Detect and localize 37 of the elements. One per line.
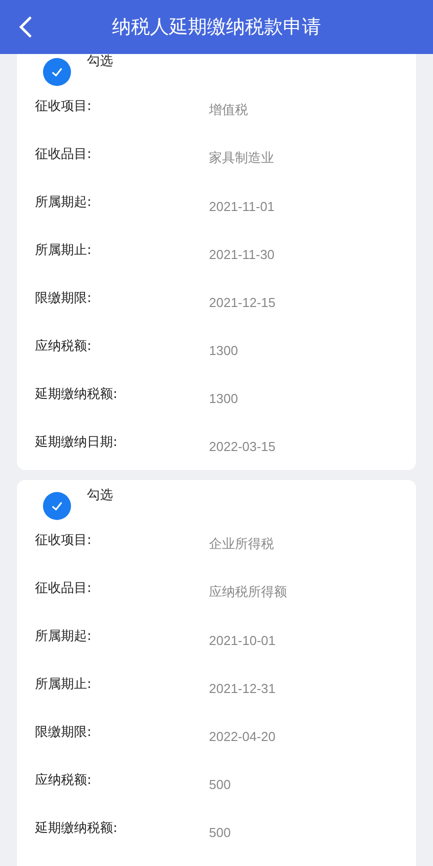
field-value: 家具制造业 [209,149,275,167]
page-title: 纳税人延期缴纳税款申请 [112,15,321,40]
field-label: 征收品目: [34,146,92,163]
field-label: 征收项目: [34,98,92,115]
field-label: 应纳税额: [34,772,92,789]
field-value: 2021-10-01 [209,632,276,648]
checkbox[interactable] [43,492,71,520]
field-value: 2021-12-31 [209,680,276,696]
field-value: 增值税 [209,101,249,119]
checkbox-label: 勾选 [87,53,113,71]
field-value: 2022-04-20 [209,728,276,744]
field-value: 2021-12-15 [209,294,276,310]
field-value: 1300 [209,390,239,406]
field-label: 所属期止: [34,242,92,259]
field-label: 延期缴纳税额: [34,820,118,837]
field-label: 限缴期限: [34,724,92,741]
field-label: 所属期起: [34,194,92,211]
field-label: 应纳税额: [34,338,92,355]
field-label: 征收项目: [34,532,92,549]
field-value: 500 [209,776,232,792]
field-label: 征收品目: [34,580,92,597]
field-value: 2022-03-15 [209,438,276,454]
field-label: 延期缴纳税额: [34,386,118,403]
field-label: 所属期止: [34,676,92,693]
check-icon [50,65,64,79]
check-icon [50,499,64,513]
field-value: 1300 [209,342,239,358]
field-label: 延期缴纳日期: [34,434,118,451]
field-label: 限缴期限: [34,290,92,307]
field-value: 500 [209,824,232,840]
checkbox[interactable] [43,58,71,86]
field-label: 所属期起: [34,628,92,645]
field-value: 应纳税所得额 [209,583,288,601]
field-value: 2021-11-30 [209,246,276,262]
checkbox-label: 勾选 [87,487,113,505]
field-value: 企业所得税 [209,535,275,553]
field-value: 2021-11-01 [209,198,276,214]
